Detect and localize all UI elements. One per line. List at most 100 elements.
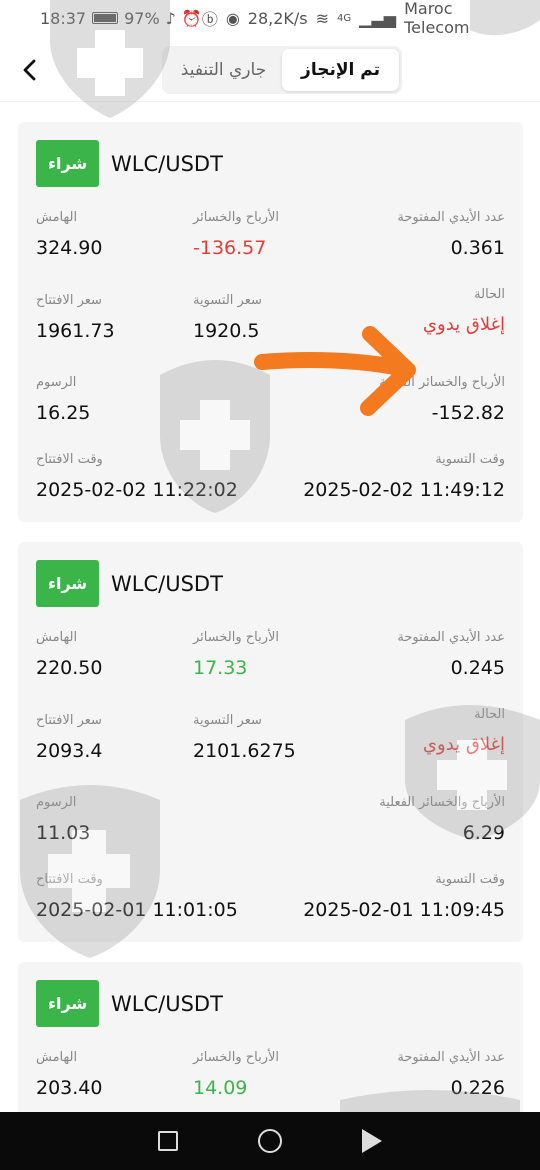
- open-time-label: وقت الافتتاح: [36, 452, 103, 467]
- buy-badge: شراء: [36, 980, 99, 1027]
- settle-price-field: سعر التسوية 1920.5: [193, 293, 262, 342]
- order-card[interactable]: شراء WLC/USDT الهامش 220.50 الأرباح والخ…: [18, 542, 523, 942]
- tab-completed[interactable]: تم الإنجاز: [282, 49, 399, 91]
- recent-apps-icon[interactable]: [158, 1131, 178, 1151]
- fees-field: الرسوم 11.03: [36, 795, 90, 844]
- mute-icon: ♪: [165, 8, 176, 28]
- open-price-value: 1961.73: [36, 320, 115, 342]
- open-hands-value: 0.361: [450, 237, 505, 259]
- open-hands-label: عدد الأيدي المفتوحة: [397, 1050, 505, 1065]
- status-battery: 97%: [124, 8, 160, 28]
- pair-label: WLC/USDT: [111, 151, 223, 176]
- open-price-field: سعر الافتتاح 1961.73: [36, 293, 115, 342]
- pnl-field: الأرباح والخسائر -136.57: [193, 210, 279, 259]
- open-hands-value: 0.226: [450, 1077, 505, 1099]
- open-price-label: سعر الافتتاح: [36, 713, 102, 728]
- settle-price-field: سعر التسوية 2101.6275: [193, 713, 296, 762]
- margin-value: 203.40: [36, 1077, 103, 1099]
- status-field: الحالة إغلاق يدوي: [423, 707, 505, 755]
- vpn-icon: ◉: [225, 8, 240, 28]
- alarm-icon: ⏰: [181, 8, 202, 28]
- margin-field: الهامش 220.50: [36, 630, 102, 679]
- order-card[interactable]: شراء WLC/USDT الهامش 324.90 الأرباح والخ…: [18, 122, 523, 522]
- settle-price-value: 2101.6275: [193, 740, 296, 762]
- buy-badge: شراء: [36, 140, 99, 187]
- wifi-icon: ≋: [315, 8, 330, 28]
- open-hands-field: عدد الأيدي المفتوحة 0.361: [397, 210, 505, 259]
- margin-label: الهامش: [36, 1050, 78, 1065]
- open-time-value: 2025-02-01 11:01:05: [36, 899, 238, 921]
- pnl-value: 17.33: [193, 657, 248, 679]
- fees-value: 16.25: [36, 402, 91, 424]
- settle-time-value: 2025-02-02 11:49:12: [303, 479, 505, 501]
- open-hands-value: 0.245: [450, 657, 505, 679]
- real-pnl-field: الأرباح والخسائر الفعلية 6.29: [379, 795, 505, 844]
- pnl-label: الأرباح والخسائر: [193, 1050, 279, 1065]
- real-pnl-field: الأرباح والخسائر الفعلية -152.82: [379, 375, 505, 424]
- battery-icon: [92, 12, 119, 24]
- open-price-label: سعر الافتتاح: [36, 293, 102, 308]
- margin-field: الهامش 203.40: [36, 1050, 102, 1099]
- fees-value: 11.03: [36, 822, 91, 844]
- open-time-field: وقت الافتتاح 2025-02-02 11:22:02: [36, 452, 238, 501]
- pair-label: WLC/USDT: [111, 571, 223, 596]
- margin-value: 324.90: [36, 237, 103, 259]
- pnl-label: الأرباح والخسائر: [193, 630, 279, 645]
- settle-time-field: وقت التسوية 2025-02-01 11:09:45: [303, 872, 505, 921]
- pnl-label: الأرباح والخسائر: [193, 210, 279, 225]
- status-bar: 18:37 97% ♪ ⏰ ⓑ ◉ 28,2K/s ≋ 4G ▁▃▅ Maroc…: [0, 0, 540, 37]
- back-icon[interactable]: [362, 1129, 382, 1153]
- buy-badge: شراء: [36, 560, 99, 607]
- settle-time-field: وقت التسوية 2025-02-02 11:49:12: [303, 452, 505, 501]
- open-price-value: 2093.4: [36, 740, 103, 762]
- home-icon[interactable]: [258, 1129, 282, 1153]
- pnl-field: الأرباح والخسائر 14.09: [193, 1050, 279, 1099]
- status-time: 18:37: [40, 8, 87, 28]
- status-speed: 28,2K/s: [247, 8, 308, 28]
- chevron-left-icon: [23, 59, 36, 81]
- bluetooth-icon: ⓑ: [201, 10, 218, 29]
- settle-price-label: سعر التسوية: [193, 713, 262, 728]
- open-price-field: سعر الافتتاح 2093.4: [36, 713, 102, 762]
- tab-in-progress[interactable]: جاري التنفيذ: [165, 49, 282, 91]
- real-pnl-label: الأرباح والخسائر الفعلية: [379, 375, 505, 390]
- open-time-field: وقت الافتتاح 2025-02-01 11:01:05: [36, 872, 238, 921]
- pnl-value: -136.57: [193, 237, 267, 259]
- open-time-label: وقت الافتتاح: [36, 872, 103, 887]
- status-label: الحالة: [474, 707, 505, 722]
- settle-price-label: سعر التسوية: [193, 293, 262, 308]
- fees-label: الرسوم: [36, 795, 77, 810]
- fees-label: الرسوم: [36, 375, 77, 390]
- pair-label: WLC/USDT: [111, 991, 223, 1016]
- system-nav-bar: [0, 1112, 540, 1170]
- open-time-value: 2025-02-02 11:22:02: [36, 479, 238, 501]
- real-pnl-value: 6.29: [462, 822, 505, 844]
- settle-time-label: وقت التسوية: [435, 452, 505, 467]
- settle-time-label: وقت التسوية: [435, 872, 505, 887]
- status-carrier: Maroc Telecom: [404, 0, 470, 37]
- status-value: إغلاق يدوي: [422, 314, 505, 335]
- pnl-field: الأرباح والخسائر 17.33: [193, 630, 279, 679]
- pnl-value: 14.09: [193, 1077, 248, 1099]
- margin-value: 220.50: [36, 657, 103, 679]
- settle-time-value: 2025-02-01 11:09:45: [303, 899, 505, 921]
- open-hands-field: عدد الأيدي المفتوحة 0.245: [397, 630, 505, 679]
- orders-tabs: جاري التنفيذ تم الإنجاز: [162, 46, 402, 94]
- margin-label: الهامش: [36, 210, 78, 225]
- settle-price-value: 1920.5: [193, 320, 260, 342]
- fees-field: الرسوم 16.25: [36, 375, 90, 424]
- status-field: الحالة إغلاق يدوي: [423, 287, 505, 335]
- back-button[interactable]: [14, 52, 44, 88]
- status-label: الحالة: [474, 287, 505, 302]
- status-value: إغلاق يدوي: [422, 734, 505, 755]
- signal-icon: ▁▃▅: [359, 8, 397, 28]
- page-header: جاري التنفيذ تم الإنجاز: [0, 40, 540, 102]
- open-hands-label: عدد الأيدي المفتوحة: [397, 210, 505, 225]
- open-hands-label: عدد الأيدي المفتوحة: [397, 630, 505, 645]
- open-hands-field: عدد الأيدي المفتوحة 0.226: [397, 1050, 505, 1099]
- order-card[interactable]: شراء WLC/USDT الهامش 203.40 الأرباح والخ…: [18, 962, 523, 1112]
- margin-label: الهامش: [36, 630, 78, 645]
- real-pnl-label: الأرباح والخسائر الفعلية: [379, 795, 505, 810]
- real-pnl-value: -152.82: [431, 402, 505, 424]
- network-type: 4G: [337, 12, 352, 24]
